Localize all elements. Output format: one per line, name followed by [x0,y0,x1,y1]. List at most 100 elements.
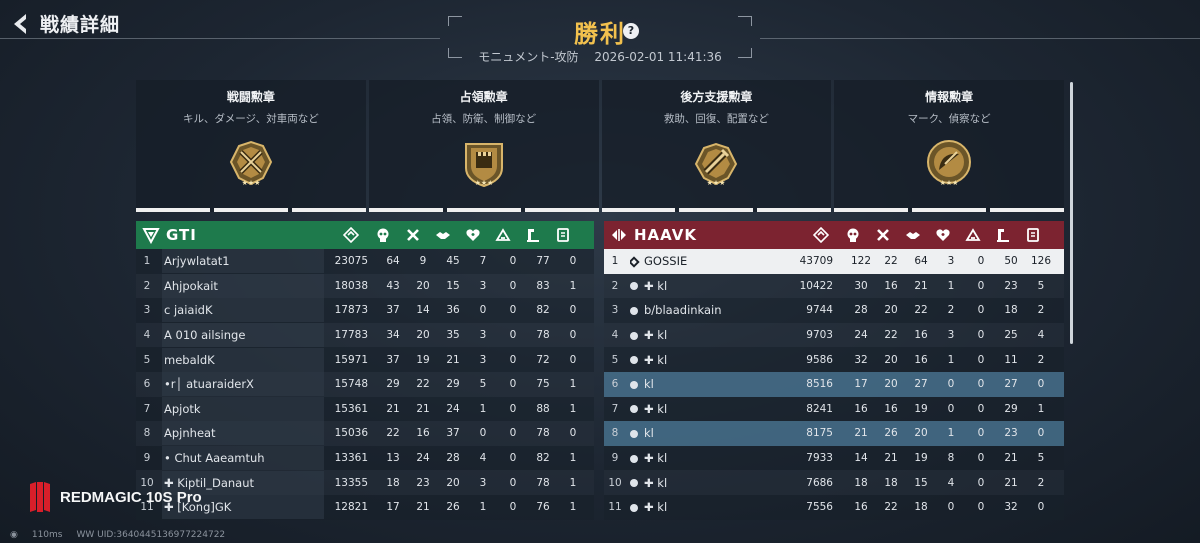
player-stat-capture: 0 [977,255,985,268]
player-name-text: Arjyw​latat1 [164,254,230,269]
player-rank: 5 [611,353,619,366]
player-row[interactable]: 10 ✚ Kiptil_Danaut 13355 18 23 20 3 0 78 1 [136,470,594,495]
player-row[interactable]: 6 ​kl 8516 17 20 27 0 0 27 0 [604,371,1064,397]
header-divider-right [760,38,1200,39]
player-status-icon [630,380,638,389]
player-row[interactable]: 3 ​b/​blaadinkain 9744 28 20 22 2 0 18 2 [604,298,1064,323]
player-rank: 4 [611,329,619,342]
player-stat-intel: 0 [569,353,577,366]
player-stat-revive: 1 [947,353,955,366]
player-stat-intel: 1 [1037,402,1045,415]
player-name: ✚ ​kl [630,476,790,490]
player-row[interactable]: 11 ✚ ​kl 7556 16 22 18 0 0 32 0 [604,494,1064,520]
player-row[interactable]: 2 Ahjpo​kait 18038 43 20 15 3 0 83 1 [136,273,594,299]
player-stat-intel: 0 [569,255,577,268]
medal-card-capture[interactable]: 占領勲章 占領、防衛、制御など ★★★ [368,80,599,212]
team-left-header: GTI [136,221,594,249]
player-stat-death: 20 [416,329,430,342]
player-stat-intel: 1 [569,402,577,415]
player-row[interactable]: 4 A 010 ​ailsinge 17783 34 20 35 3 0 78 0 [136,322,594,348]
player-row[interactable]: 8 ​Apjnheat 15036 22 16 37 0 0 78 0 [136,421,594,446]
player-stat-revive: 1 [479,501,487,514]
player-name-text: ​Apjnheat [164,426,216,441]
medal-panel: 戦闘勲章 キル、ダメージ、対車両など ★★★ 占領勲章 占領、防衛、制御など ★… [136,80,1065,212]
player-stat-intel: 2 [1037,353,1045,366]
player-stat-capture: 0 [977,329,985,342]
intel-icon [548,221,578,249]
player-status-icon [630,356,638,365]
player-stat-revive: 1 [947,279,955,292]
player-row[interactable]: 4 ✚ ​kl 9703 24 22 16 3 0 25 4 [604,322,1064,348]
match-datetime: 2026-02-01 11:41:36 [594,50,722,64]
player-row[interactable]: 5 ​mebaldK 15971 37 19 21 3 0 72 0 [136,347,594,372]
medal-progress [834,208,1065,212]
back-button[interactable]: 戦績詳細 [10,10,120,37]
player-stat-assist: 21 [914,279,928,292]
player-score: 18038 [334,279,368,292]
player-stat-assist: 28 [446,452,460,465]
player-stat-death: 20 [884,353,898,366]
player-row[interactable]: 5 ✚ ​kl 9586 32 20 16 1 0 11 2 [604,347,1064,372]
player-name-text: ✚ ​kl [644,328,668,343]
player-stat-death: 16 [884,279,898,292]
player-stat-kill: 29 [386,378,400,391]
player-stat-build: 77 [536,255,550,268]
medal-card-support[interactable]: 後方支援勲章 救助、回復、配置など ★★★ [601,80,832,212]
scrollbar[interactable] [1070,82,1073,344]
wifi-icon: ◉ [10,530,18,540]
column-icons [334,221,578,249]
kill-icon [838,221,868,249]
player-name-text: ✚ ​kl [644,401,668,416]
medal-card-intel[interactable]: 情報勲章 マーク、偵察など ★★★ [834,80,1065,212]
player-score: 7933 [806,452,833,465]
player-stat-death: 26 [884,427,898,440]
player-row[interactable]: 2 ✚ ​kl 10422 30 16 21 1 0 23 5 [604,273,1064,299]
player-stat-death: 19 [416,353,430,366]
player-row[interactable]: 6 ​•r│ ​atuaraiderX 15748 29 22 29 5 0 75 1 [136,371,594,397]
player-stat-death: 23 [416,476,430,489]
player-row[interactable]: 8 ​kl 8175 21 26 20 1 0 23 0 [604,421,1064,446]
player-stat-build: 21 [1004,452,1018,465]
player-name: ​•r│ ​atuaraiderX [162,372,324,397]
player-stat-assist: 20 [914,427,928,440]
rank-icon [804,221,838,249]
player-status-icon [630,429,638,438]
player-stat-capture: 0 [509,255,517,268]
player-row[interactable]: 7 ​Apjotk 15361 21 21 24 1 0 88 1 [136,396,594,422]
column-icons [804,221,1048,249]
player-stat-build: 78 [536,329,550,342]
medal-card-combat[interactable]: 戦闘勲章 キル、ダメージ、対車両など ★★★ [136,80,366,212]
player-stat-death: 16 [884,402,898,415]
player-row[interactable]: 7 ✚ ​kl 8241 16 16 19 0 0 29 1 [604,396,1064,422]
player-stat-assist: 19 [914,452,928,465]
player-score: 8516 [806,378,833,391]
player-stat-intel: 0 [569,329,577,342]
player-rank: 2 [611,279,619,292]
player-stat-revive: 4 [479,452,487,465]
player-score: 12821 [334,501,368,514]
player-score: 23075 [334,255,368,268]
player-stat-assist: 26 [446,501,460,514]
player-row[interactable]: 1 GOSSIE 43709 122 22 64 3 0 50 126 [604,249,1064,274]
player-rank: 11 [608,501,622,514]
player-row[interactable]: 11 ✚ [Kong]GK 12821 17 21 26 1 0 76 1 [136,494,594,520]
player-row[interactable]: 9 ✚ ​kl 7933 14 21 19 8 0 21 5 [604,445,1064,471]
player-rank: 4 [143,329,151,342]
player-name: ​• Chut ​Aaeamtuh [162,446,324,471]
player-row[interactable]: 9 ​• Chut ​Aaeamtuh 13361 13 24 28 4 0 82 1 [136,445,594,471]
player-stat-kill: 37 [386,353,400,366]
player-stat-revive: 3 [479,279,487,292]
help-button[interactable]: ? [623,23,639,39]
player-stat-build: 76 [536,501,550,514]
player-name: Arjyw​latat1 [162,249,324,274]
player-row[interactable]: 1 Arjyw​latat1 23075 64 9 45 7 0 77 0 [136,249,594,274]
team-left-rows: 1 Arjyw​latat1 23075 64 9 45 7 0 77 0 2 Ahjpo​kait 1… [136,249,594,520]
player-stat-death: 21 [416,402,430,415]
player-row[interactable]: 3 c ​jaiaidK 17873 37 14 36 0 0 82 0 [136,298,594,323]
medal-desc: 占領、防衛、制御など [431,113,537,125]
player-row[interactable]: 10 ✚ ​kl 7686 18 18 15 4 0 21 2 [604,470,1064,495]
player-stat-intel: 0 [569,427,577,440]
player-name: ✚ ​kl [630,279,790,293]
player-stat-kill: 17 [386,501,400,514]
player-stat-intel: 1 [569,501,577,514]
